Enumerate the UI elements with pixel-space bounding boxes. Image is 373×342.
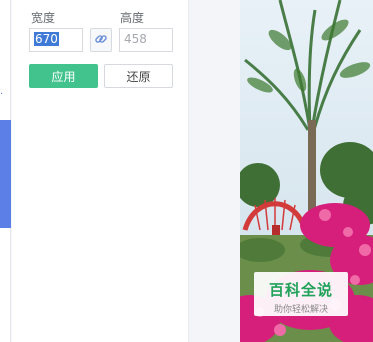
aspect-lock-button[interactable] [90,28,112,52]
height-input[interactable]: 458 [119,28,173,52]
watermark-title: 百科全说 [268,281,333,299]
image-preview: 百科全说 助你轻松解决 [240,0,373,342]
watermark-subtitle: 助你轻松解决 [273,305,328,315]
width-input[interactable]: 670 [29,28,83,52]
apply-button[interactable]: 应用 [29,64,98,88]
width-input-value: 670 [34,32,59,46]
link-icon [94,31,108,50]
left-nav-strip: · · [0,0,11,342]
width-label: 宽度 [31,11,56,25]
nav-fragment-top: · [0,89,4,100]
nav-fragment-bottom: · [0,309,4,320]
nav-active-item[interactable]: · [0,120,11,320]
resize-panel: 宽度 高度 670 458 应用 还原 [12,0,189,342]
watermark-logo: 百科全说 助你轻松解决 [254,272,348,316]
height-input-placeholder: 458 [124,32,147,46]
reset-button[interactable]: 还原 [104,64,173,88]
height-label: 高度 [120,11,145,25]
